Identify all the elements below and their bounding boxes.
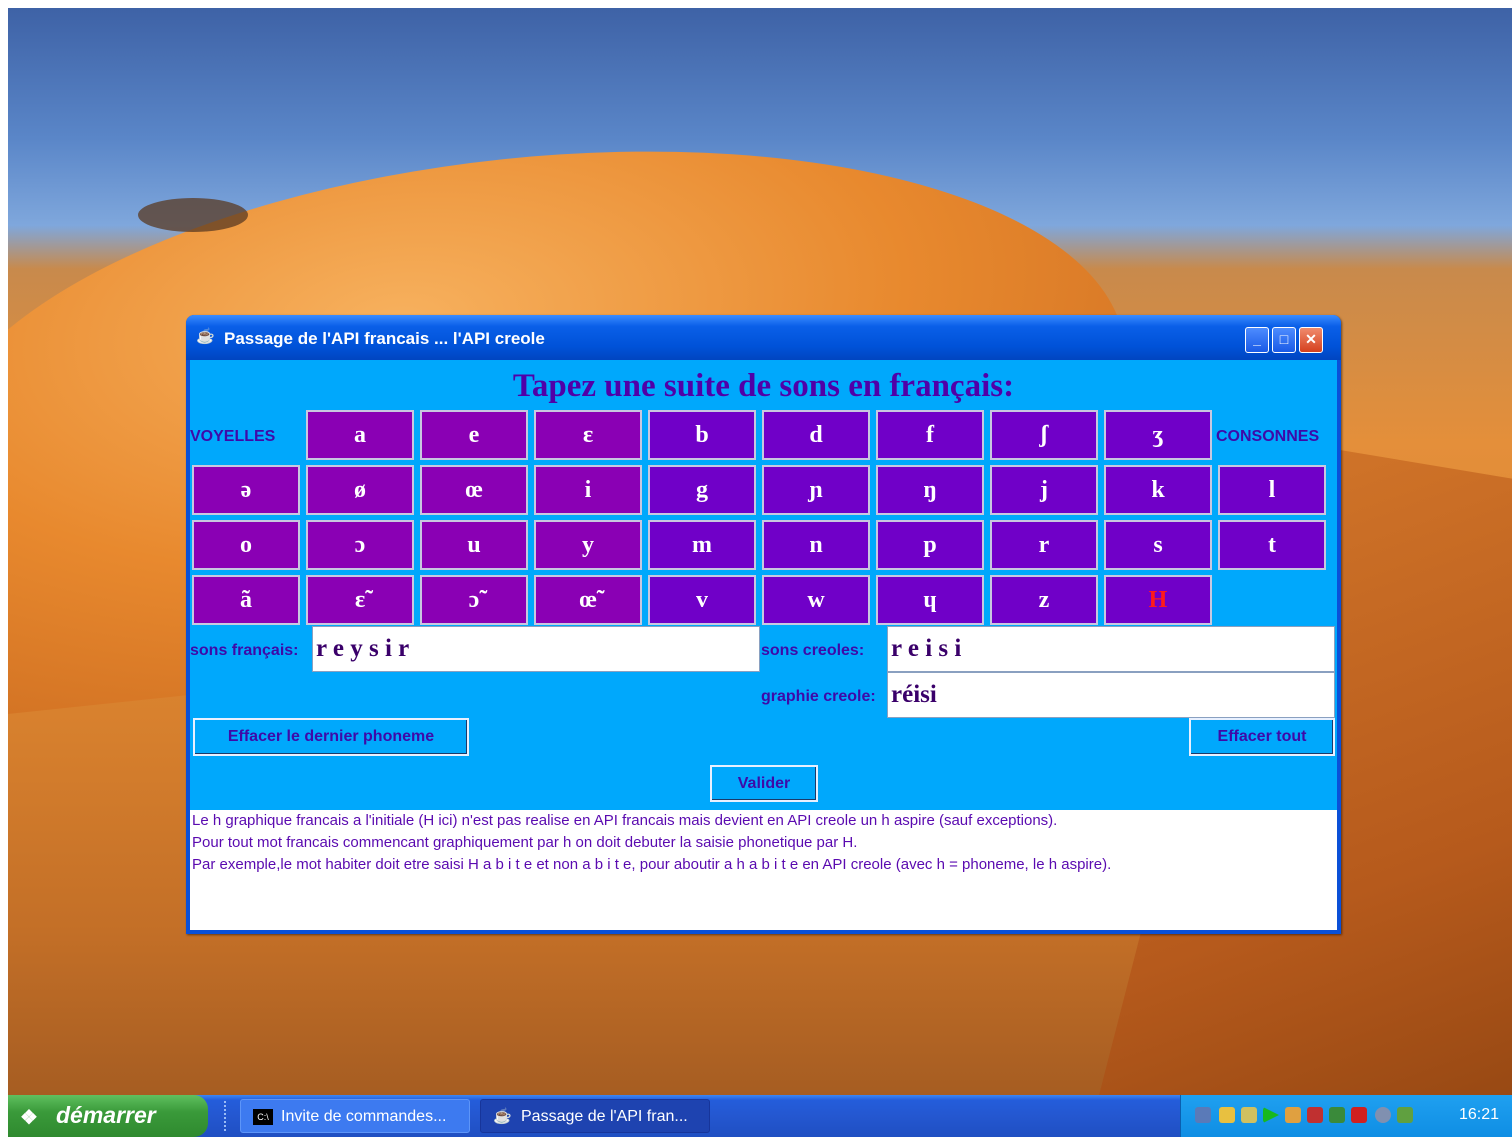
voyelles-label: VOYELLES — [190, 428, 276, 445]
key-b[interactable]: b — [648, 410, 756, 460]
key-oe-nasal[interactable]: œ̃ — [534, 575, 642, 625]
key-d[interactable]: d — [762, 410, 870, 460]
key-g[interactable]: g — [648, 465, 756, 515]
minimize-button[interactable]: _ — [1245, 327, 1269, 353]
note-line: Le h graphique francais a l'initiale (H … — [192, 812, 1058, 829]
key-u[interactable]: u — [420, 520, 528, 570]
sons-francais-label: sons français: — [190, 642, 299, 659]
key-eng[interactable]: ŋ — [876, 465, 984, 515]
start-label: démarrer — [56, 1102, 156, 1128]
task-passage-api[interactable]: ☕ Passage de l'API fran... — [480, 1099, 710, 1133]
clock[interactable]: 16:21 — [1459, 1106, 1499, 1124]
key-l[interactable]: l — [1218, 465, 1326, 515]
effacer-tout-button[interactable]: Effacer tout — [1189, 718, 1335, 756]
key-a[interactable]: a — [306, 410, 414, 460]
key-open-o[interactable]: ɔ — [306, 520, 414, 570]
key-m[interactable]: m — [648, 520, 756, 570]
key-v[interactable]: v — [648, 575, 756, 625]
note-line: Par exemple,le mot habiter doit etre sai… — [192, 856, 1112, 873]
key-p[interactable]: p — [876, 520, 984, 570]
app-tray-icon[interactable] — [1241, 1107, 1257, 1123]
antivirus-icon[interactable] — [1307, 1107, 1323, 1123]
key-s[interactable]: s — [1104, 520, 1212, 570]
sons-creoles-label: sons creoles: — [761, 642, 865, 659]
taskbar-grip[interactable] — [224, 1101, 230, 1131]
key-o[interactable]: o — [192, 520, 300, 570]
key-epsilon-nasal[interactable]: ɛ̃ — [306, 575, 414, 625]
start-button[interactable]: ❖ démarrer — [8, 1095, 208, 1137]
key-esh[interactable]: ʃ — [990, 410, 1098, 460]
effacer-dernier-button[interactable]: Effacer le dernier phoneme — [193, 718, 469, 756]
key-r[interactable]: r — [990, 520, 1098, 570]
key-schwa[interactable]: ə — [192, 465, 300, 515]
key-f[interactable]: f — [876, 410, 984, 460]
taskbar: ❖ démarrer C:\ Invite de commandes... ☕ … — [8, 1095, 1512, 1137]
ati-icon[interactable] — [1351, 1107, 1367, 1123]
key-ezh[interactable]: ʒ — [1104, 410, 1212, 460]
maximize-button[interactable]: □ — [1272, 327, 1296, 353]
title-bar[interactable]: ☕ Passage de l'API francais ... l'API cr… — [186, 315, 1341, 360]
app-client-area: Tapez une suite de sons en français: VOY… — [190, 360, 1337, 930]
key-j[interactable]: j — [990, 465, 1098, 515]
key-palatal-n[interactable]: ɲ — [762, 465, 870, 515]
key-n[interactable]: n — [762, 520, 870, 570]
dune-shadow — [138, 198, 248, 232]
graphie-creole-field[interactable]: réisi — [887, 672, 1335, 718]
app-window: ☕ Passage de l'API francais ... l'API cr… — [186, 315, 1341, 934]
consonnes-label: CONSONNES — [1216, 428, 1320, 445]
update-icon[interactable] — [1285, 1107, 1301, 1123]
network-icon[interactable] — [1195, 1107, 1211, 1123]
sons-creoles-field[interactable]: r e i s i — [887, 626, 1335, 672]
key-t[interactable]: t — [1218, 520, 1326, 570]
console-icon: C:\ — [253, 1109, 273, 1125]
window-title: Passage de l'API francais ... l'API creo… — [224, 329, 545, 348]
settings-tray-icon[interactable] — [1329, 1107, 1345, 1123]
key-e[interactable]: e — [420, 410, 528, 460]
windows-logo-icon: ❖ — [20, 1107, 38, 1129]
key-z[interactable]: z — [990, 575, 1098, 625]
key-w[interactable]: w — [762, 575, 870, 625]
key-a-nasal[interactable]: ã — [192, 575, 300, 625]
play-icon[interactable] — [1263, 1107, 1279, 1123]
java-cup-icon: ☕ — [493, 1108, 512, 1125]
key-y[interactable]: y — [534, 520, 642, 570]
key-h-aspire[interactable]: H — [1104, 575, 1212, 625]
key-oe[interactable]: œ — [420, 465, 528, 515]
security-icon[interactable] — [1219, 1107, 1235, 1123]
volume-icon[interactable] — [1375, 1107, 1391, 1123]
close-button[interactable]: ✕ — [1299, 327, 1323, 353]
sons-francais-field[interactable]: r e y s i r — [312, 626, 760, 672]
key-epsilon[interactable]: ɛ — [534, 410, 642, 460]
task-label: Invite de commandes... — [281, 1108, 447, 1125]
notes-area: Le h graphique francais a l'initiale (H … — [190, 810, 1337, 930]
misc-tray-icon[interactable] — [1397, 1107, 1413, 1123]
key-turned-h[interactable]: ɥ — [876, 575, 984, 625]
key-i[interactable]: i — [534, 465, 642, 515]
key-o-slash[interactable]: ø — [306, 465, 414, 515]
valider-button[interactable]: Valider — [710, 765, 818, 802]
task-label: Passage de l'API fran... — [521, 1108, 688, 1125]
key-open-o-nasal[interactable]: ɔ̃ — [420, 575, 528, 625]
page-title: Tapez une suite de sons en français: — [512, 368, 1015, 404]
note-line: Pour tout mot francais commencant graphi… — [192, 834, 858, 851]
task-invite-commandes[interactable]: C:\ Invite de commandes... — [240, 1099, 470, 1133]
java-cup-icon: ☕ — [196, 328, 215, 345]
key-k[interactable]: k — [1104, 465, 1212, 515]
system-tray: 16:21 — [1180, 1095, 1512, 1137]
graphie-creole-label: graphie creole: — [761, 688, 876, 705]
